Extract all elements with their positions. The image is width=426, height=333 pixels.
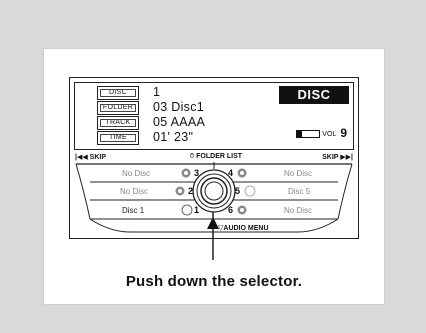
illustration: DISC FOLDER TRACK TIME 1 03 Disc1 05 AAA…: [0, 0, 426, 333]
push-arrow-icon: [207, 212, 219, 260]
illustration-card: DISC FOLDER TRACK TIME 1 03 Disc1 05 AAA…: [43, 48, 385, 305]
instruction-caption: Push down the selector.: [125, 273, 303, 290]
